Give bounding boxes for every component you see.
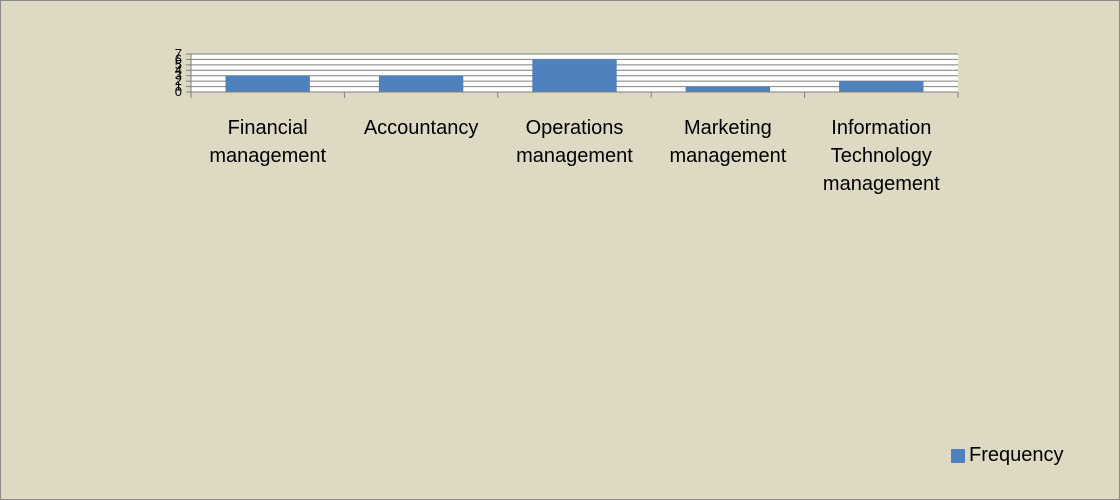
y-tick-label: 7 (175, 46, 182, 61)
bar (532, 59, 617, 92)
legend-label: Frequency (969, 444, 1064, 466)
legend-swatch (951, 448, 965, 463)
bar (839, 81, 924, 92)
chart-area: 01234567 Financial management Accountancy O… (0, 0, 1120, 500)
category-label: Financial management (209, 117, 326, 167)
bar-chart: 01234567 Financial management Accountancy O… (175, 46, 959, 195)
y-tick-labels: 01234567 (175, 46, 182, 99)
category-label: Operations management (516, 117, 633, 167)
category-label: Accountancy (364, 117, 479, 139)
category-label: Marketing management (670, 117, 787, 167)
legend: Frequency (951, 444, 1064, 467)
bar (685, 86, 771, 92)
bar (378, 75, 464, 92)
category-label: Information Technology management (823, 117, 940, 195)
bar (225, 75, 310, 92)
category-labels: Financial management Accountancy Operations… (209, 117, 940, 195)
